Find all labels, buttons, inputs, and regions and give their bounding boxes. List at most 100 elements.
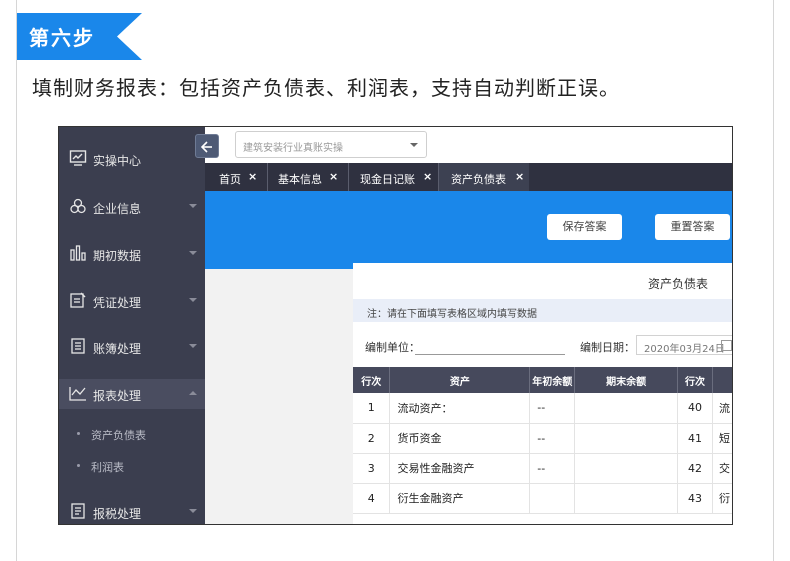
step-label: 第六步 <box>29 26 95 50</box>
sidebar-item-voucher[interactable]: 凭证处理 <box>59 286 205 316</box>
unit-label: 编制单位： <box>365 341 420 354</box>
line-chart-icon <box>69 387 86 401</box>
row-number: 40 <box>677 393 713 424</box>
sidebar-item-label: 企业信息 <box>93 202 142 216</box>
row-number: 43 <box>677 483 713 514</box>
sidebar-item-practice-center[interactable]: 实操中心 <box>59 144 205 174</box>
row-number: 3 <box>353 453 391 484</box>
chevron-up-icon <box>189 391 197 395</box>
close-icon[interactable]: × <box>423 170 432 183</box>
column-header: 行次 <box>677 367 713 393</box>
sidebar-item-ledger[interactable]: 账簿处理 <box>59 332 205 362</box>
date-field[interactable]: 2020年03月24日 <box>636 335 732 355</box>
close-icon[interactable]: × <box>248 170 257 183</box>
top-bar: 建筑安装行业真账实操 <box>205 127 732 163</box>
liability-name: 交 <box>712 453 732 484</box>
sidebar-subitem-income-statement[interactable]: 利润表 <box>59 455 205 477</box>
ledger-icon <box>71 338 85 354</box>
column-header <box>712 367 732 393</box>
notice-bar: 注：请在下面填写表格区域内填写数据 <box>353 299 732 322</box>
tab-cash-journal[interactable]: 现金日记账 × <box>360 163 435 191</box>
sidebar-item-opening-data[interactable]: 期初数据 <box>59 239 205 269</box>
asset-name: 流动资产： <box>389 393 531 424</box>
table-row: 1 流动资产： -- 40 流 <box>353 393 732 424</box>
save-answer-button[interactable]: 保存答案 <box>547 214 622 240</box>
column-header: 期末余额 <box>574 367 679 393</box>
industry-select[interactable]: 建筑安装行业真账实操 <box>235 131 427 158</box>
closing-balance-cell[interactable] <box>574 483 679 514</box>
close-icon[interactable]: × <box>329 170 338 183</box>
action-band: 保存答案 重置答案 <box>205 191 732 269</box>
tab-separator <box>267 163 268 191</box>
table-row: 4 衍生金融资产 43 衍 <box>353 483 732 514</box>
document-edit-icon <box>70 292 86 308</box>
asset-name: 交易性金融资产 <box>389 453 531 484</box>
sidebar-item-reports[interactable]: 报表处理 <box>59 379 205 409</box>
chevron-down-icon <box>189 344 197 348</box>
row-number: 42 <box>677 453 713 484</box>
sidebar-subitem-label: 资产负债表 <box>91 429 146 442</box>
sidebar-subitem-balance-sheet[interactable]: 资产负债表 <box>59 423 205 445</box>
close-icon[interactable]: × <box>515 170 524 183</box>
closing-balance-cell[interactable] <box>574 453 679 484</box>
sidebar-item-label: 报税处理 <box>93 507 142 521</box>
tax-document-icon <box>71 503 85 519</box>
opening-balance-cell[interactable] <box>529 483 576 514</box>
sidebar-item-label: 凭证处理 <box>93 296 142 310</box>
table-row: 3 交易性金融资产 -- 42 交 <box>353 453 732 484</box>
tab-basic-info[interactable]: 基本信息 × <box>278 163 340 191</box>
sidebar-toggle-button[interactable] <box>195 134 219 158</box>
sidebar-item-label: 账簿处理 <box>93 342 142 356</box>
industry-select-value: 建筑安装行业真账实操 <box>243 143 343 154</box>
app-screenshot: 实操中心 企业信息 期初数据 凭证处理 账簿处理 报表处理 资产负债表 利润表 … <box>58 126 733 525</box>
column-header: 行次 <box>353 367 391 393</box>
asset-name: 货币资金 <box>389 423 531 454</box>
sidebar-item-label: 报表处理 <box>93 389 142 403</box>
opening-balance-cell[interactable]: -- <box>529 423 576 454</box>
tab-label: 资产负债表 <box>451 173 506 186</box>
liability-name: 衍 <box>712 483 732 514</box>
balance-sheet-table: 行次 资产 年初余额 期末余额 行次 1 流动资产： -- 40 流 2 货币资… <box>353 367 732 514</box>
row-number: 4 <box>353 483 391 514</box>
chevron-down-icon <box>189 298 197 302</box>
sheet-title: 资产负债表 <box>648 277 709 291</box>
chevron-down-icon <box>189 509 197 513</box>
tab-home[interactable]: 首页 × <box>219 163 259 191</box>
column-header: 资产 <box>389 367 531 393</box>
opening-balance-cell[interactable]: -- <box>529 453 576 484</box>
frame-border-left <box>16 0 17 561</box>
reset-answer-button[interactable]: 重置答案 <box>655 214 730 240</box>
column-header: 年初余额 <box>529 367 576 393</box>
people-icon <box>70 198 86 214</box>
bar-chart-icon <box>70 245 86 261</box>
subtitle: 填制财务报表：包括资产负债表、利润表，支持自动判断正误。 <box>32 76 620 100</box>
notice-text: 注：请在下面填写表格区域内填写数据 <box>367 309 537 320</box>
tab-separator <box>348 163 349 191</box>
bullet-icon <box>77 432 80 435</box>
sidebar-item-company-info[interactable]: 企业信息 <box>59 192 205 222</box>
balance-sheet-panel: 资产负债表 注：请在下面填写表格区域内填写数据 编制单位： 编制日期： 2020… <box>353 263 732 524</box>
tab-label: 首页 <box>219 173 241 186</box>
liability-name: 短 <box>712 423 732 454</box>
calendar-icon[interactable] <box>721 340 732 351</box>
table-row: 2 货币资金 -- 41 短 <box>353 423 732 454</box>
tab-label: 基本信息 <box>278 173 322 186</box>
tab-balance-sheet[interactable]: 资产负债表 × <box>439 163 529 191</box>
sidebar-item-tax[interactable]: 报税处理 <box>59 497 205 524</box>
bullet-icon <box>77 464 80 467</box>
page: 第六步 填制财务报表：包括资产负债表、利润表，支持自动判断正误。 实操中心 企业… <box>0 0 790 561</box>
tab-bar: 首页 × 基本信息 × 现金日记账 × 资产负债表 × <box>205 163 732 191</box>
unit-input[interactable] <box>415 354 565 355</box>
chevron-down-icon <box>189 204 197 208</box>
sidebar: 实操中心 企业信息 期初数据 凭证处理 账簿处理 报表处理 资产负债表 利润表 … <box>59 127 205 524</box>
sidebar-subitem-label: 利润表 <box>91 461 124 474</box>
opening-balance-cell[interactable]: -- <box>529 393 576 424</box>
row-number: 1 <box>353 393 391 424</box>
closing-balance-cell[interactable] <box>574 393 679 424</box>
closing-balance-cell[interactable] <box>574 423 679 454</box>
row-number: 2 <box>353 423 391 454</box>
frame-border-right <box>773 0 774 561</box>
date-value: 2020年03月24日 <box>644 344 725 355</box>
table-header-row: 行次 资产 年初余额 期末余额 行次 <box>353 367 732 393</box>
sidebar-item-label: 期初数据 <box>93 249 142 263</box>
